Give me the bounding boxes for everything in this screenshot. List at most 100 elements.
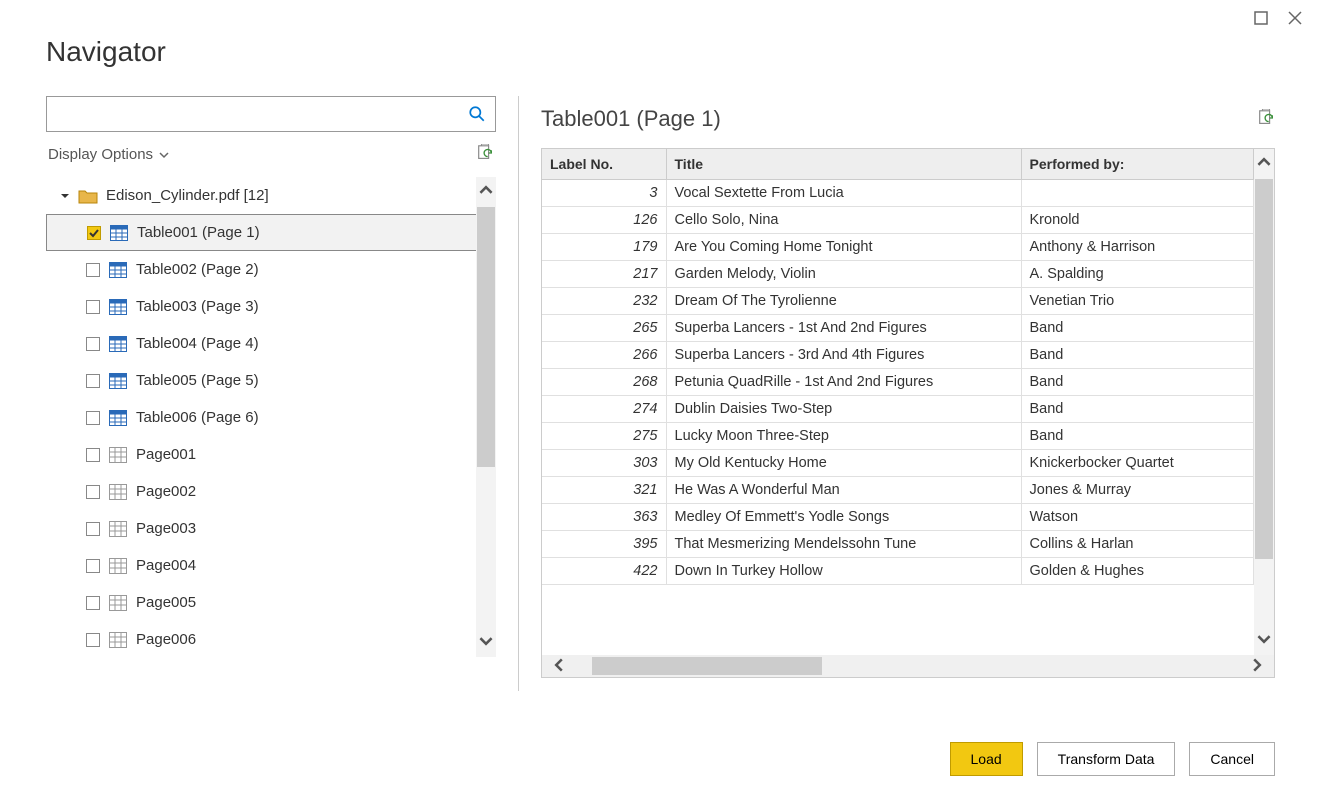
page-icon bbox=[108, 447, 128, 463]
close-icon[interactable] bbox=[1287, 10, 1303, 29]
scroll-down-icon[interactable] bbox=[1257, 626, 1271, 655]
cell-performed-by: Band bbox=[1021, 423, 1254, 450]
checkbox[interactable] bbox=[87, 226, 101, 240]
scrollbar-thumb[interactable] bbox=[592, 657, 822, 675]
checkbox[interactable] bbox=[86, 596, 100, 610]
table-row[interactable]: 274Dublin Daisies Two-StepBand bbox=[542, 396, 1254, 423]
cell-label-no: 232 bbox=[542, 288, 666, 315]
column-header[interactable]: Label No. bbox=[542, 149, 666, 180]
tree-item[interactable]: Table002 (Page 2) bbox=[46, 251, 496, 288]
checkbox[interactable] bbox=[86, 559, 100, 573]
tree-item-label: Page002 bbox=[136, 483, 196, 500]
page-icon bbox=[108, 558, 128, 574]
scroll-left-icon[interactable] bbox=[542, 656, 576, 677]
checkbox[interactable] bbox=[86, 448, 100, 462]
display-options-label: Display Options bbox=[48, 146, 153, 163]
tree-item-label: Table001 (Page 1) bbox=[137, 224, 260, 241]
cell-label-no: 321 bbox=[542, 477, 666, 504]
navigator-tree: Edison_Cylinder.pdf [12] Table001 (Page 1… bbox=[46, 177, 496, 657]
tree-item[interactable]: Page002 bbox=[46, 473, 496, 510]
display-options-dropdown[interactable]: Display Options bbox=[48, 146, 169, 163]
tree-item[interactable]: Table001 (Page 1) bbox=[46, 214, 496, 251]
tree-item[interactable]: Table006 (Page 6) bbox=[46, 399, 496, 436]
search-icon[interactable] bbox=[459, 105, 495, 123]
scroll-up-icon[interactable] bbox=[1257, 149, 1271, 178]
tree-item[interactable]: Page001 bbox=[46, 436, 496, 473]
refresh-icon[interactable] bbox=[476, 144, 494, 165]
preview-table: Label No.TitlePerformed by: 3Vocal Sexte… bbox=[542, 149, 1254, 585]
panel-divider bbox=[518, 96, 519, 691]
preview-panel: Table001 (Page 1) Label No.TitlePerforme… bbox=[541, 96, 1275, 691]
checkbox[interactable] bbox=[86, 263, 100, 277]
table-icon bbox=[109, 225, 129, 241]
column-header[interactable]: Performed by: bbox=[1021, 149, 1254, 180]
maximize-icon[interactable] bbox=[1253, 10, 1269, 29]
column-header[interactable]: Title bbox=[666, 149, 1021, 180]
tree-scrollbar[interactable] bbox=[476, 177, 496, 657]
tree-root[interactable]: Edison_Cylinder.pdf [12] bbox=[46, 177, 496, 214]
page-icon bbox=[108, 632, 128, 648]
table-row[interactable]: 395That Mesmerizing Mendelssohn TuneColl… bbox=[542, 531, 1254, 558]
checkbox[interactable] bbox=[86, 411, 100, 425]
search-input[interactable] bbox=[47, 97, 459, 131]
table-row[interactable]: 321He Was A Wonderful ManJones & Murray bbox=[542, 477, 1254, 504]
tree-item-label: Table003 (Page 3) bbox=[136, 298, 259, 315]
tree-item[interactable]: Page005 bbox=[46, 584, 496, 621]
table-icon bbox=[108, 336, 128, 352]
table-row[interactable]: 232Dream Of The TyrolienneVenetian Trio bbox=[542, 288, 1254, 315]
table-row[interactable]: 179Are You Coming Home TonightAnthony & … bbox=[542, 234, 1254, 261]
table-row[interactable]: 266Superba Lancers - 3rd And 4th Figures… bbox=[542, 342, 1254, 369]
table-row[interactable]: 422Down In Turkey HollowGolden & Hughes bbox=[542, 558, 1254, 585]
table-row[interactable]: 363Medley Of Emmett's Yodle SongsWatson bbox=[542, 504, 1254, 531]
transform-data-button[interactable]: Transform Data bbox=[1037, 742, 1176, 776]
scroll-up-icon[interactable] bbox=[479, 177, 493, 206]
table-icon bbox=[108, 373, 128, 389]
cell-label-no: 422 bbox=[542, 558, 666, 585]
scrollbar-thumb[interactable] bbox=[477, 207, 495, 467]
cell-label-no: 126 bbox=[542, 207, 666, 234]
preview-refresh-icon[interactable] bbox=[1257, 109, 1275, 130]
checkbox[interactable] bbox=[86, 633, 100, 647]
table-row[interactable]: 268Petunia QuadRille - 1st And 2nd Figur… bbox=[542, 369, 1254, 396]
table-vscrollbar[interactable] bbox=[1254, 149, 1274, 655]
cell-performed-by: Kronold bbox=[1021, 207, 1254, 234]
table-row[interactable]: 265Superba Lancers - 1st And 2nd Figures… bbox=[542, 315, 1254, 342]
scrollbar-thumb[interactable] bbox=[1255, 179, 1273, 559]
tree-item-label: Page003 bbox=[136, 520, 196, 537]
tree-item[interactable]: Table003 (Page 3) bbox=[46, 288, 496, 325]
tree-item[interactable]: Table004 (Page 4) bbox=[46, 325, 496, 362]
cancel-button[interactable]: Cancel bbox=[1189, 742, 1275, 776]
checkbox[interactable] bbox=[86, 300, 100, 314]
cell-performed-by: Venetian Trio bbox=[1021, 288, 1254, 315]
load-button[interactable]: Load bbox=[950, 742, 1023, 776]
tree-item[interactable]: Page003 bbox=[46, 510, 496, 547]
tree-item-label: Page005 bbox=[136, 594, 196, 611]
collapse-arrow-icon[interactable] bbox=[60, 188, 70, 204]
cell-performed-by: Collins & Harlan bbox=[1021, 531, 1254, 558]
checkbox[interactable] bbox=[86, 374, 100, 388]
preview-title: Table001 (Page 1) bbox=[541, 106, 721, 132]
table-row[interactable]: 126Cello Solo, NinaKronold bbox=[542, 207, 1254, 234]
tree-item-label: Table002 (Page 2) bbox=[136, 261, 259, 278]
table-row[interactable]: 275Lucky Moon Three-StepBand bbox=[542, 423, 1254, 450]
table-hscrollbar[interactable] bbox=[542, 655, 1274, 677]
cell-performed-by bbox=[1021, 180, 1254, 207]
table-row[interactable]: 303My Old Kentucky HomeKnickerbocker Qua… bbox=[542, 450, 1254, 477]
cell-label-no: 3 bbox=[542, 180, 666, 207]
checkbox[interactable] bbox=[86, 337, 100, 351]
page-icon bbox=[108, 595, 128, 611]
cell-title: He Was A Wonderful Man bbox=[666, 477, 1021, 504]
tree-item[interactable]: Page004 bbox=[46, 547, 496, 584]
table-icon bbox=[108, 410, 128, 426]
scroll-right-icon[interactable] bbox=[1240, 656, 1274, 677]
tree-item-label: Table006 (Page 6) bbox=[136, 409, 259, 426]
checkbox[interactable] bbox=[86, 485, 100, 499]
tree-item[interactable]: Page006 bbox=[46, 621, 496, 657]
table-row[interactable]: 3Vocal Sextette From Lucia bbox=[542, 180, 1254, 207]
tree-item[interactable]: Table005 (Page 5) bbox=[46, 362, 496, 399]
table-row[interactable]: 217Garden Melody, ViolinA. Spalding bbox=[542, 261, 1254, 288]
tree-root-label: Edison_Cylinder.pdf [12] bbox=[106, 187, 269, 204]
checkbox[interactable] bbox=[86, 522, 100, 536]
cell-performed-by: Knickerbocker Quartet bbox=[1021, 450, 1254, 477]
scroll-down-icon[interactable] bbox=[479, 628, 493, 657]
